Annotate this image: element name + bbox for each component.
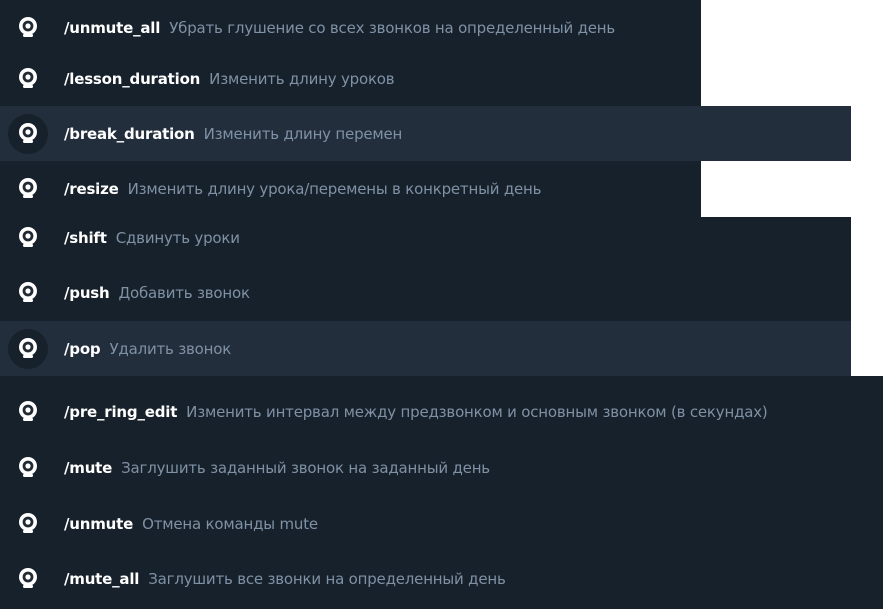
command-item-shift[interactable]: /shift Сдвинуть уроки [0, 210, 851, 265]
bell-icon [8, 59, 48, 99]
command-item-lesson-duration[interactable]: /lesson_duration Изменить длину уроков [0, 51, 701, 106]
command-description: Заглушить заданный звонок на заданный де… [121, 458, 490, 477]
command-item-break-duration[interactable]: /break_duration Изменить длину перемен [0, 106, 851, 161]
command-name: /unmute [64, 514, 134, 533]
command-name: /lesson_duration [64, 69, 201, 88]
command-item-pre-ring-edit[interactable]: /pre_ring_edit Изменить интервал между п… [0, 384, 883, 439]
bell-icon [8, 113, 48, 154]
command-name: /mute_all [64, 569, 140, 588]
bot-command-list: /unmute_all Убрать глушение со всех звон… [0, 0, 883, 609]
bell-icon [8, 8, 48, 48]
command-description: Изменить длину урока/перемены в конкретн… [127, 179, 542, 198]
bell-icon [8, 328, 48, 369]
command-name: /pop [64, 339, 101, 358]
bell-icon [8, 273, 48, 313]
command-item-resize[interactable]: /resize Изменить длину урока/перемены в … [0, 161, 701, 216]
command-name: /mute [64, 458, 113, 477]
bell-icon [8, 559, 48, 599]
command-item-mute-all[interactable]: /mute_all Заглушить все звонки на опреде… [0, 551, 883, 606]
command-item-push[interactable]: /push Добавить звонок [0, 265, 851, 320]
bell-icon [8, 392, 48, 432]
command-name: /break_duration [64, 124, 195, 143]
bell-icon [8, 448, 48, 488]
command-name: /unmute_all [64, 18, 161, 37]
bell-icon [8, 504, 48, 544]
command-name: /pre_ring_edit [64, 402, 178, 421]
command-description: Изменить длину уроков [209, 69, 395, 88]
command-description: Изменить интервал между предзвонком и ос… [186, 402, 768, 421]
command-description: Добавить звонок [118, 283, 251, 302]
command-description: Изменить длину перемен [203, 124, 403, 143]
bell-icon [8, 218, 48, 258]
command-item-mute[interactable]: /mute Заглушить заданный звонок на задан… [0, 440, 883, 495]
command-item-unmute[interactable]: /unmute Отмена команды mute [0, 496, 883, 551]
command-item-unmute-all[interactable]: /unmute_all Убрать глушение со всех звон… [0, 0, 701, 55]
command-name: /shift [64, 228, 107, 247]
command-item-pop[interactable]: /pop Удалить звонок [0, 321, 851, 376]
command-name: /push [64, 283, 110, 302]
command-description: Заглушить все звонки на определенный ден… [148, 569, 506, 588]
command-name: /resize [64, 179, 119, 198]
command-description: Убрать глушение со всех звонков на опред… [169, 18, 616, 37]
command-description: Удалить звонок [109, 339, 232, 358]
bell-icon [8, 169, 48, 209]
command-description: Сдвинуть уроки [115, 228, 240, 247]
command-description: Отмена команды mute [142, 514, 318, 533]
